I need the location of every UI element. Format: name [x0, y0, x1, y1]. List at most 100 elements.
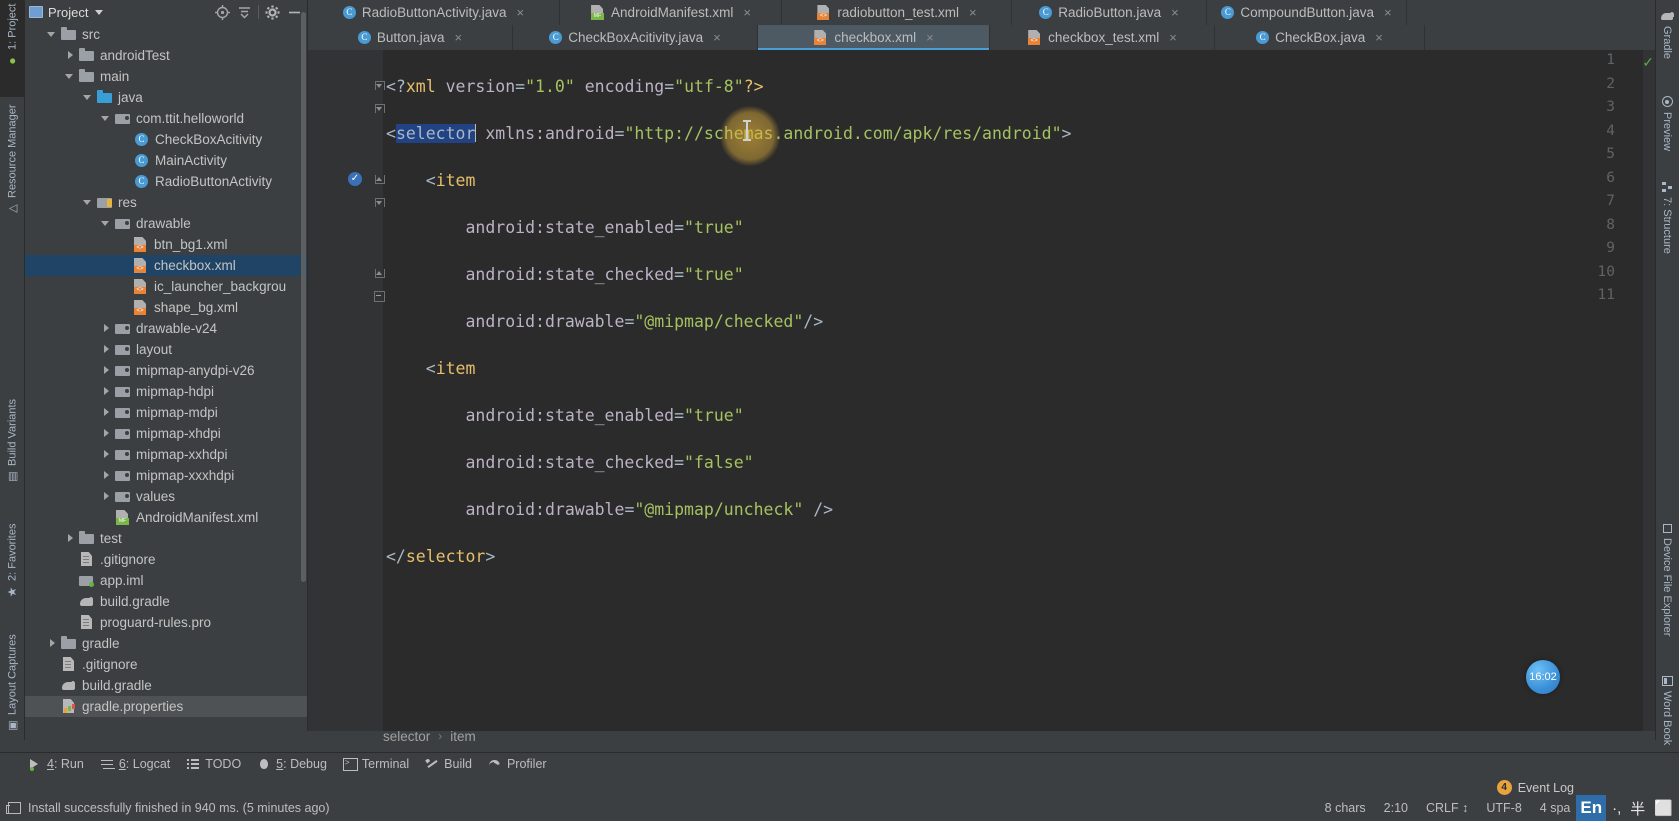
- tree-item-androidtest[interactable]: androidTest: [25, 45, 307, 66]
- close-icon[interactable]: ×: [1375, 30, 1383, 45]
- breakpoint-marker[interactable]: [348, 172, 362, 186]
- rail-button-favorites[interactable]: ★ 2: Favorites: [0, 520, 25, 630]
- tree-item-res[interactable]: res: [25, 192, 307, 213]
- tree-item-app-iml[interactable]: app.iml: [25, 570, 307, 591]
- editor-tab-androidmanifest-xml[interactable]: AndroidManifest.xml ×: [560, 0, 782, 25]
- disclosure-open-icon[interactable]: [47, 29, 58, 40]
- editor-marker-strip[interactable]: ✓: [1642, 50, 1655, 731]
- tree-item-checkbox-xml[interactable]: checkbox.xml: [25, 255, 307, 276]
- close-icon[interactable]: ×: [713, 30, 721, 45]
- ime-halfwidth-icon[interactable]: 半: [1630, 798, 1645, 819]
- tree-item-mipmap-xxxhdpi[interactable]: mipmap-xxxhdpi: [25, 465, 307, 486]
- rail-button-resource-manager[interactable]: △ Resource Manager: [0, 100, 25, 240]
- tree-item-values[interactable]: values: [25, 486, 307, 507]
- disclosure-closed-icon[interactable]: [101, 386, 112, 397]
- ime-keyboard-icon[interactable]: ⬜: [1654, 799, 1673, 817]
- tree-item-btn-bg1-xml[interactable]: btn_bg1.xml: [25, 234, 307, 255]
- close-icon[interactable]: ×: [969, 5, 977, 20]
- locate-icon[interactable]: [214, 4, 231, 21]
- fold-toggle-line3[interactable]: [374, 103, 385, 114]
- tree-item-layout[interactable]: layout: [25, 339, 307, 360]
- disclosure-closed-icon[interactable]: [101, 491, 112, 502]
- editor-tab-row-2[interactable]: Button.java×CheckBoxAcitivity.java×check…: [308, 25, 1655, 50]
- fold-toggle-line11[interactable]: [374, 291, 385, 302]
- tree-item-shape-bg-xml[interactable]: shape_bg.xml: [25, 297, 307, 318]
- editor-tab-checkbox-xml[interactable]: checkbox.xml ×: [758, 25, 990, 50]
- editor-tab-radiobuttonactivity-java[interactable]: RadioButtonActivity.java ×: [308, 0, 560, 25]
- close-icon[interactable]: ×: [516, 5, 524, 20]
- close-icon[interactable]: ×: [1384, 5, 1392, 20]
- disclosure-closed-icon[interactable]: [47, 638, 58, 649]
- tree-item-src[interactable]: src: [25, 24, 307, 45]
- disclosure-closed-icon[interactable]: [101, 470, 112, 481]
- tree-item-build-gradle[interactable]: build.gradle: [25, 591, 307, 612]
- disclosure-open-icon[interactable]: [83, 92, 94, 103]
- rail-button-build-variants[interactable]: ▤ Build Variants: [0, 395, 25, 520]
- rail-button-layout-captures[interactable]: ▣ Layout Captures: [0, 630, 25, 760]
- gear-icon[interactable]: [264, 4, 281, 21]
- bottom-button-run[interactable]: 4: Run: [26, 757, 98, 771]
- tree-item-build-gradle[interactable]: build.gradle: [25, 675, 307, 696]
- tree-item--gitignore[interactable]: .gitignore: [25, 549, 307, 570]
- tree-item-drawable[interactable]: drawable: [25, 213, 307, 234]
- rail-button-preview[interactable]: Preview: [1655, 92, 1679, 172]
- editor-tab-button-java[interactable]: Button.java ×: [308, 25, 513, 50]
- tree-item-test[interactable]: test: [25, 528, 307, 549]
- fold-toggle-line2[interactable]: [374, 80, 385, 91]
- disclosure-open-icon[interactable]: [101, 218, 112, 229]
- close-icon[interactable]: ×: [1171, 5, 1179, 20]
- tree-item-com-ttit-helloworld[interactable]: com.ttit.helloworld: [25, 108, 307, 129]
- close-icon[interactable]: ×: [1169, 30, 1177, 45]
- status-message-area[interactable]: Install successfully finished in 940 ms.…: [0, 801, 330, 815]
- bottom-button-logcat[interactable]: 6: Logcat: [98, 757, 184, 771]
- project-tree[interactable]: src androidTest main java com.ttit.helloworl…: [25, 24, 307, 731]
- disclosure-open-icon[interactable]: [101, 113, 112, 124]
- close-icon[interactable]: ×: [454, 30, 462, 45]
- fold-toggle-line10[interactable]: [374, 268, 385, 279]
- editor-tab-radiobutton-java[interactable]: RadioButton.java ×: [1012, 0, 1207, 25]
- chevron-down-icon[interactable]: [95, 9, 104, 15]
- rail-button-structure[interactable]: 7: Structure: [1655, 178, 1679, 283]
- tree-item-main[interactable]: main: [25, 66, 307, 87]
- collapse-all-icon[interactable]: [236, 4, 253, 21]
- tree-item-checkboxacitivity[interactable]: CheckBoxAcitivity: [25, 129, 307, 150]
- ime-indicator[interactable]: En: [1576, 795, 1607, 821]
- tree-item-ic-launcher-backgrou[interactable]: ic_launcher_backgrou: [25, 276, 307, 297]
- tree-item-androidmanifest-xml[interactable]: AndroidManifest.xml: [25, 507, 307, 528]
- status-indent[interactable]: 4 spa: [1540, 801, 1571, 815]
- editor-tab-checkbox-test-xml[interactable]: checkbox_test.xml ×: [990, 25, 1215, 50]
- disclosure-closed-icon[interactable]: [101, 407, 112, 418]
- editor-tab-row-1[interactable]: RadioButtonActivity.java×AndroidManifest…: [308, 0, 1655, 25]
- rail-button-device-file-explorer[interactable]: Device File Explorer: [1655, 520, 1679, 660]
- ime-extra-icons[interactable]: ·, 半 ⬜: [1606, 798, 1679, 819]
- editor-tab-compoundbutton-java[interactable]: CompoundButton.java ×: [1207, 0, 1407, 25]
- breadcrumb-item-item[interactable]: item: [450, 729, 476, 744]
- disclosure-closed-icon[interactable]: [65, 533, 76, 544]
- breadcrumb-item-selector[interactable]: selector: [383, 729, 430, 744]
- project-tree-scrollbar[interactable]: [301, 12, 306, 582]
- tree-item-radiobuttonactivity[interactable]: RadioButtonActivity: [25, 171, 307, 192]
- tree-item-mipmap-mdpi[interactable]: mipmap-mdpi: [25, 402, 307, 423]
- tree-item-java[interactable]: java: [25, 87, 307, 108]
- tree-item-drawable-v24[interactable]: drawable-v24: [25, 318, 307, 339]
- editor-tab-checkbox-java[interactable]: CheckBox.java ×: [1215, 25, 1425, 50]
- bottom-button-debug[interactable]: 5: Debug: [255, 757, 341, 771]
- disclosure-open-icon[interactable]: [83, 197, 94, 208]
- tree-item-mipmap-xhdpi[interactable]: mipmap-xhdpi: [25, 423, 307, 444]
- status-line-separator[interactable]: CRLF ↕: [1426, 801, 1468, 815]
- fold-toggle-line7[interactable]: [374, 197, 385, 208]
- tree-item--gitignore[interactable]: .gitignore: [25, 654, 307, 675]
- disclosure-open-icon[interactable]: [65, 71, 76, 82]
- status-caret-position[interactable]: 2:10: [1384, 801, 1408, 815]
- event-log-button[interactable]: 4 Event Log: [1496, 780, 1574, 795]
- rail-button-gradle[interactable]: Gradle: [1655, 6, 1679, 84]
- tree-item-mipmap-hdpi[interactable]: mipmap-hdpi: [25, 381, 307, 402]
- bottom-button-todo[interactable]: TODO: [184, 757, 255, 771]
- disclosure-closed-icon[interactable]: [101, 449, 112, 460]
- bottom-button-terminal[interactable]: Terminal: [341, 757, 423, 771]
- status-encoding[interactable]: UTF-8: [1486, 801, 1521, 815]
- bottom-button-build[interactable]: Build: [423, 757, 486, 771]
- tree-item-proguard-rules-pro[interactable]: proguard-rules.pro: [25, 612, 307, 633]
- fold-toggle-line6[interactable]: [374, 174, 385, 185]
- editor-tab-radiobutton-test-xml[interactable]: radiobutton_test.xml ×: [782, 0, 1012, 25]
